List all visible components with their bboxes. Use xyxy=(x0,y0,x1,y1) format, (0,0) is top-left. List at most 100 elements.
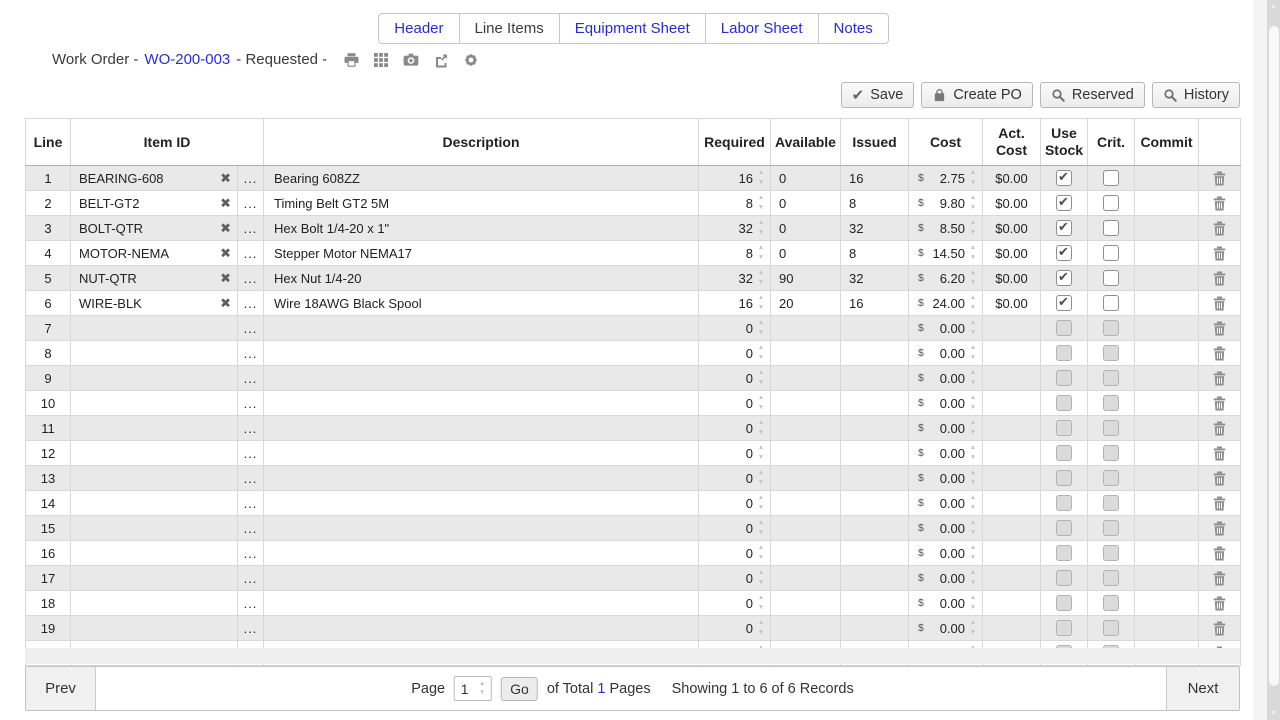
stepper-arrows[interactable]: ▲▼ xyxy=(966,420,980,436)
cost-input[interactable]: $0.00▲▼ xyxy=(909,466,982,490)
stepper-arrows[interactable]: ▲▼ xyxy=(966,320,980,336)
delete-row-button[interactable] xyxy=(1199,491,1241,516)
item-lookup-button[interactable]: ... xyxy=(238,266,264,291)
next-button[interactable]: Next xyxy=(1166,667,1239,710)
item-id-field[interactable]: MOTOR-NEMA✖ xyxy=(71,241,238,266)
cost-input[interactable]: $6.20▲▼ xyxy=(909,266,982,290)
stepper-arrows[interactable]: ▲▼ xyxy=(754,395,768,411)
clear-item-icon[interactable]: ✖ xyxy=(220,172,231,185)
item-id-field[interactable]: BEARING-608✖ xyxy=(71,166,238,191)
stepper-arrows[interactable]: ▲▼ xyxy=(754,345,768,361)
cost-input[interactable]: $2.75▲▼ xyxy=(909,166,982,190)
description-cell[interactable] xyxy=(264,491,699,516)
stepper-arrows[interactable]: ▲▼ xyxy=(966,470,980,486)
stepper-arrows[interactable]: ▲▼ xyxy=(754,495,768,511)
stepper-arrows[interactable]: ▲▼ xyxy=(754,420,768,436)
use-stock-checkbox[interactable] xyxy=(1056,245,1072,261)
delete-row-button[interactable] xyxy=(1199,341,1241,366)
delete-row-button[interactable] xyxy=(1199,266,1241,291)
stepper-arrows[interactable]: ▲▼ xyxy=(966,570,980,586)
item-id-field[interactable]: NUT-QTR✖ xyxy=(71,266,238,291)
stepper-arrows[interactable]: ▲▼ xyxy=(966,545,980,561)
item-id-field[interactable]: BOLT-QTR✖ xyxy=(71,216,238,241)
stepper-arrows[interactable]: ▲▼ xyxy=(754,220,768,236)
stepper-arrows[interactable]: ▲▼ xyxy=(966,245,980,261)
item-lookup-button[interactable]: ... xyxy=(238,391,264,416)
item-lookup-button[interactable]: ... xyxy=(238,416,264,441)
stepper-arrows[interactable]: ▲▼ xyxy=(966,170,980,186)
delete-row-button[interactable] xyxy=(1199,291,1241,316)
stepper-arrows[interactable]: ▲▼ xyxy=(966,195,980,211)
delete-row-button[interactable] xyxy=(1199,316,1241,341)
cost-input[interactable]: $0.00▲▼ xyxy=(909,616,982,640)
description-cell[interactable] xyxy=(264,566,699,591)
stepper-arrows[interactable]: ▲▼ xyxy=(754,270,768,286)
item-id-field[interactable] xyxy=(71,616,238,641)
clear-item-icon[interactable]: ✖ xyxy=(220,197,231,210)
page-input[interactable]: 1 ▲▼ xyxy=(454,676,492,701)
stepper-arrows[interactable]: ▲▼ xyxy=(754,195,768,211)
required-input[interactable]: 0▲▼ xyxy=(699,516,770,540)
item-lookup-button[interactable]: ... xyxy=(238,516,264,541)
item-lookup-button[interactable]: ... xyxy=(238,216,264,241)
cost-input[interactable]: $0.00▲▼ xyxy=(909,516,982,540)
cost-input[interactable]: $0.00▲▼ xyxy=(909,491,982,515)
cost-input[interactable]: $0.00▲▼ xyxy=(909,366,982,390)
stepper-arrows[interactable]: ▲▼ xyxy=(966,520,980,536)
delete-row-button[interactable] xyxy=(1199,541,1241,566)
item-id-field[interactable] xyxy=(71,491,238,516)
stepper-arrows[interactable]: ▲▼ xyxy=(754,445,768,461)
item-lookup-button[interactable]: ... xyxy=(238,191,264,216)
cost-input[interactable]: $8.50▲▼ xyxy=(909,216,982,240)
item-lookup-button[interactable]: ... xyxy=(238,591,264,616)
stepper-arrows[interactable]: ▲▼ xyxy=(754,295,768,311)
description-cell[interactable] xyxy=(264,616,699,641)
crit-checkbox[interactable] xyxy=(1103,295,1119,311)
description-cell[interactable] xyxy=(264,591,699,616)
item-lookup-button[interactable]: ... xyxy=(238,341,264,366)
stepper-arrows[interactable]: ▲▼ xyxy=(966,345,980,361)
required-input[interactable]: 0▲▼ xyxy=(699,491,770,515)
crit-checkbox[interactable] xyxy=(1103,245,1119,261)
stepper-arrows[interactable]: ▲▼ xyxy=(966,495,980,511)
delete-row-button[interactable] xyxy=(1199,391,1241,416)
stepper-arrows[interactable]: ▲▼ xyxy=(754,245,768,261)
required-input[interactable]: 0▲▼ xyxy=(699,316,770,340)
delete-row-button[interactable] xyxy=(1199,566,1241,591)
description-cell[interactable]: Bearing 608ZZ xyxy=(264,166,699,191)
description-cell[interactable] xyxy=(264,366,699,391)
cost-input[interactable]: $0.00▲▼ xyxy=(909,441,982,465)
required-input[interactable]: 32▲▼ xyxy=(699,216,770,240)
tab-equipment-sheet[interactable]: Equipment Sheet xyxy=(560,14,706,43)
description-cell[interactable] xyxy=(264,541,699,566)
stepper-arrows[interactable]: ▲▼ xyxy=(966,270,980,286)
tab-notes[interactable]: Notes xyxy=(819,14,888,43)
description-cell[interactable]: Timing Belt GT2 5M xyxy=(264,191,699,216)
save-button[interactable]: ✔Save xyxy=(841,82,915,108)
item-lookup-button[interactable]: ... xyxy=(238,316,264,341)
item-lookup-button[interactable]: ... xyxy=(238,541,264,566)
item-id-field[interactable] xyxy=(71,416,238,441)
delete-row-button[interactable] xyxy=(1199,366,1241,391)
delete-row-button[interactable] xyxy=(1199,191,1241,216)
delete-row-button[interactable] xyxy=(1199,241,1241,266)
stepper-arrows[interactable]: ▲▼ xyxy=(966,620,980,636)
delete-row-button[interactable] xyxy=(1199,466,1241,491)
description-cell[interactable]: Hex Nut 1/4-20 xyxy=(264,266,699,291)
delete-row-button[interactable] xyxy=(1199,616,1241,641)
delete-row-button[interactable] xyxy=(1199,416,1241,441)
scroll-down-arrow[interactable]: ▼ xyxy=(1267,710,1280,717)
stepper-arrows[interactable]: ▲▼ xyxy=(754,520,768,536)
stepper-arrows[interactable]: ▲▼ xyxy=(754,320,768,336)
description-cell[interactable]: Wire 18AWG Black Spool xyxy=(264,291,699,316)
item-id-field[interactable] xyxy=(71,591,238,616)
prev-button[interactable]: Prev xyxy=(26,667,96,710)
required-input[interactable]: 0▲▼ xyxy=(699,591,770,615)
vertical-scrollbar[interactable]: ▲ ▼ xyxy=(1267,0,1280,720)
required-input[interactable]: 0▲▼ xyxy=(699,616,770,640)
description-cell[interactable] xyxy=(264,466,699,491)
description-cell[interactable] xyxy=(264,416,699,441)
item-lookup-button[interactable]: ... xyxy=(238,366,264,391)
use-stock-checkbox[interactable] xyxy=(1056,295,1072,311)
clear-item-icon[interactable]: ✖ xyxy=(220,222,231,235)
